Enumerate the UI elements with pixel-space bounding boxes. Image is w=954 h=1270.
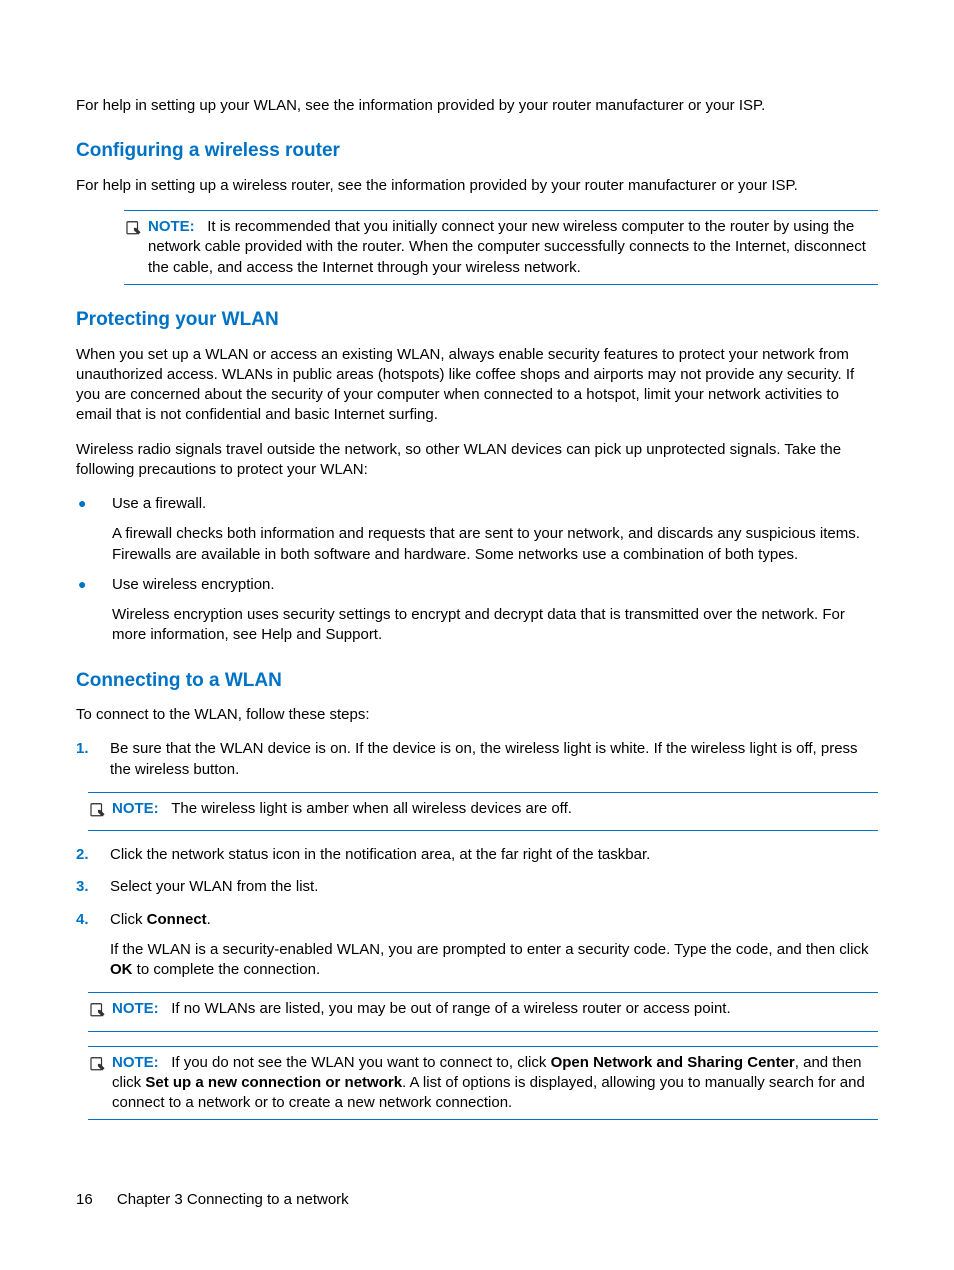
sec2-paragraph-2: Wireless radio signals travel outside th… bbox=[76, 440, 878, 481]
bullet-icon: ● bbox=[76, 494, 112, 514]
step-text: Click the network status icon in the not… bbox=[110, 845, 878, 865]
note-box: NOTE: The wireless light is amber when a… bbox=[88, 792, 878, 831]
steps-list: 1. Be sure that the WLAN device is on. I… bbox=[76, 739, 878, 1120]
bullet-description: A firewall checks both information and r… bbox=[112, 524, 878, 565]
note-text: NOTE: It is recommended that you initial… bbox=[148, 217, 878, 278]
list-item: ● Use wireless encryption. Wireless encr… bbox=[76, 575, 878, 646]
step-number: 1. bbox=[76, 739, 110, 759]
note-label: NOTE: bbox=[148, 218, 195, 235]
bullet-icon: ● bbox=[76, 575, 112, 595]
chapter-title: Chapter 3 Connecting to a network bbox=[117, 1191, 349, 1208]
page-footer: 16 Chapter 3 Connecting to a network bbox=[76, 1190, 349, 1210]
step-extra-text: If the WLAN is a security-enabled WLAN, … bbox=[110, 940, 878, 981]
note-label: NOTE: bbox=[112, 1054, 159, 1071]
note-box: NOTE: It is recommended that you initial… bbox=[124, 210, 878, 285]
note-body bbox=[199, 218, 207, 235]
heading-protecting-wlan: Protecting your WLAN bbox=[76, 307, 878, 333]
note-box: NOTE: If no WLANs are listed, you may be… bbox=[88, 992, 878, 1031]
bullet-description: Wireless encryption uses security settin… bbox=[112, 605, 878, 646]
note-content: If no WLANs are listed, you may be out o… bbox=[171, 1000, 730, 1017]
note-content: It is recommended that you initially con… bbox=[148, 218, 866, 276]
note-label: NOTE: bbox=[112, 800, 159, 817]
step-item: 3. Select your WLAN from the list. bbox=[76, 877, 878, 897]
sec1-paragraph: For help in setting up a wireless router… bbox=[76, 176, 878, 196]
bullet-list: ● Use a firewall. A firewall checks both… bbox=[76, 494, 878, 646]
step-number: 2. bbox=[76, 845, 110, 865]
note-text: NOTE: If no WLANs are listed, you may be… bbox=[112, 999, 878, 1019]
sec2-paragraph-1: When you set up a WLAN or access an exis… bbox=[76, 345, 878, 426]
note-text: NOTE: If you do not see the WLAN you wan… bbox=[112, 1053, 878, 1114]
page-number: 16 bbox=[76, 1191, 93, 1208]
note-text: NOTE: The wireless light is amber when a… bbox=[112, 799, 878, 819]
note-box: NOTE: If you do not see the WLAN you wan… bbox=[88, 1046, 878, 1121]
heading-configuring-router: Configuring a wireless router bbox=[76, 138, 878, 164]
document-page: For help in setting up your WLAN, see th… bbox=[0, 0, 954, 1270]
sec3-intro: To connect to the WLAN, follow these ste… bbox=[76, 705, 878, 725]
note-icon bbox=[88, 1054, 108, 1078]
note-icon bbox=[88, 800, 108, 824]
bullet-title: Use wireless encryption. bbox=[112, 575, 878, 595]
intro-paragraph: For help in setting up your WLAN, see th… bbox=[76, 96, 878, 116]
note-label: NOTE: bbox=[112, 1000, 159, 1017]
list-item: ● Use a firewall. A firewall checks both… bbox=[76, 494, 878, 565]
step-item: 1. Be sure that the WLAN device is on. I… bbox=[76, 739, 878, 831]
step-text: Click Connect. bbox=[110, 910, 878, 930]
heading-connecting-wlan: Connecting to a WLAN bbox=[76, 668, 878, 694]
note-content: The wireless light is amber when all wir… bbox=[171, 800, 572, 817]
step-item: 4. Click Connect. If the WLAN is a secur… bbox=[76, 910, 878, 1121]
note-icon bbox=[124, 218, 144, 242]
step-text: Select your WLAN from the list. bbox=[110, 877, 878, 897]
step-number: 4. bbox=[76, 910, 110, 930]
step-number: 3. bbox=[76, 877, 110, 897]
step-item: 2. Click the network status icon in the … bbox=[76, 845, 878, 865]
step-text: Be sure that the WLAN device is on. If t… bbox=[110, 739, 878, 780]
bullet-title: Use a firewall. bbox=[112, 494, 878, 514]
note-icon bbox=[88, 1000, 108, 1024]
